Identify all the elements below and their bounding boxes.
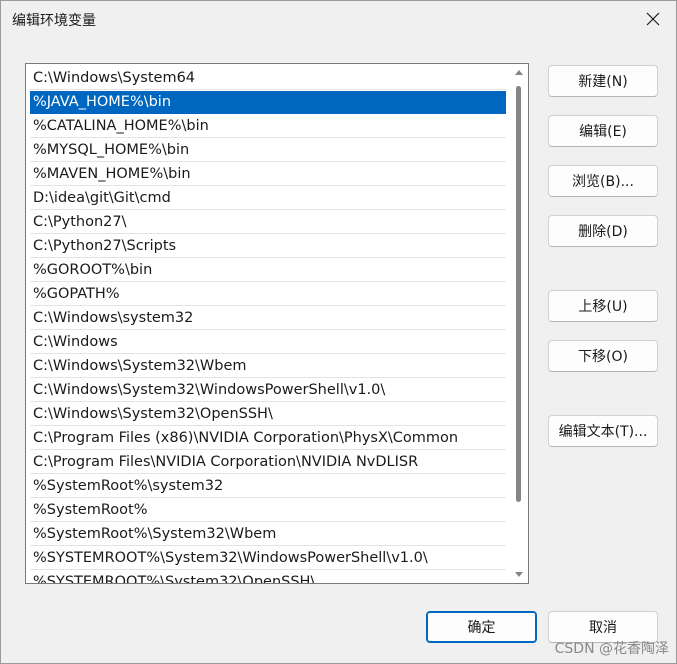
path-list-item[interactable]: C:\Windows\System32\Wbem <box>30 355 506 378</box>
path-list-item[interactable]: %JAVA_HOME%\bin <box>30 91 506 114</box>
vertical-scrollbar[interactable] <box>510 64 528 583</box>
watermark: CSDN @花香陶泽 <box>554 641 669 657</box>
scroll-thumb[interactable] <box>516 86 521 502</box>
path-list-item[interactable]: C:\Windows <box>30 331 506 354</box>
move-down-button[interactable]: 下移(O) <box>548 340 658 372</box>
path-list-item[interactable]: C:\Program Files (x86)\NVIDIA Corporatio… <box>30 427 506 450</box>
path-list-item[interactable]: %MAVEN_HOME%\bin <box>30 163 506 186</box>
path-list-item[interactable]: C:\Windows\system32 <box>30 307 506 330</box>
path-list-item[interactable]: C:\Windows\System64 <box>30 67 506 90</box>
edit-text-button[interactable]: 编辑文本(T)... <box>548 415 658 447</box>
path-list-item[interactable]: %GOPATH% <box>30 283 506 306</box>
edit-env-variable-dialog: 编辑环境变量 C:\Windows\System64 %JAVA_HOME%\bi… <box>0 0 677 664</box>
title-bar: 编辑环境变量 <box>1 1 676 37</box>
delete-button[interactable]: 删除(D) <box>548 215 658 247</box>
scroll-up-arrow-icon[interactable] <box>515 70 523 75</box>
close-button[interactable] <box>630 1 676 37</box>
path-list-item[interactable]: C:\Program Files\NVIDIA Corporation\NVID… <box>30 451 506 474</box>
path-list-item[interactable]: %SystemRoot% <box>30 499 506 522</box>
path-list-item[interactable]: %CATALINA_HOME%\bin <box>30 115 506 138</box>
path-list-item[interactable]: %GOROOT%\bin <box>30 259 506 282</box>
path-list-item[interactable]: %MYSQL_HOME%\bin <box>30 139 506 162</box>
close-icon <box>646 12 660 26</box>
browse-button[interactable]: 浏览(B)... <box>548 165 658 197</box>
path-list-item[interactable]: %SYSTEMROOT%\System32\OpenSSH\ <box>30 571 506 583</box>
move-up-button[interactable]: 上移(U) <box>548 290 658 322</box>
path-list-item[interactable]: %SYSTEMROOT%\System32\WindowsPowerShell\… <box>30 547 506 570</box>
window-title: 编辑环境变量 <box>12 13 96 29</box>
path-list-item[interactable]: C:\Windows\System32\WindowsPowerShell\v1… <box>30 379 506 402</box>
path-list-item[interactable]: %SystemRoot%\System32\Wbem <box>30 523 506 546</box>
ok-button[interactable]: 确定 <box>426 611 537 643</box>
path-list[interactable]: C:\Windows\System64 %JAVA_HOME%\bin %CATAL… <box>25 63 529 584</box>
path-list-item[interactable]: C:\Python27\Scripts <box>30 235 506 258</box>
new-button[interactable]: 新建(N) <box>548 65 658 97</box>
path-list-item[interactable]: D:\idea\git\Git\cmd <box>30 187 506 210</box>
path-list-item[interactable]: C:\Python27\ <box>30 211 506 234</box>
path-list-item[interactable]: C:\Windows\System32\OpenSSH\ <box>30 403 506 426</box>
scroll-down-arrow-icon[interactable] <box>515 572 523 577</box>
edit-button[interactable]: 编辑(E) <box>548 115 658 147</box>
path-list-item[interactable]: %SystemRoot%\system32 <box>30 475 506 498</box>
